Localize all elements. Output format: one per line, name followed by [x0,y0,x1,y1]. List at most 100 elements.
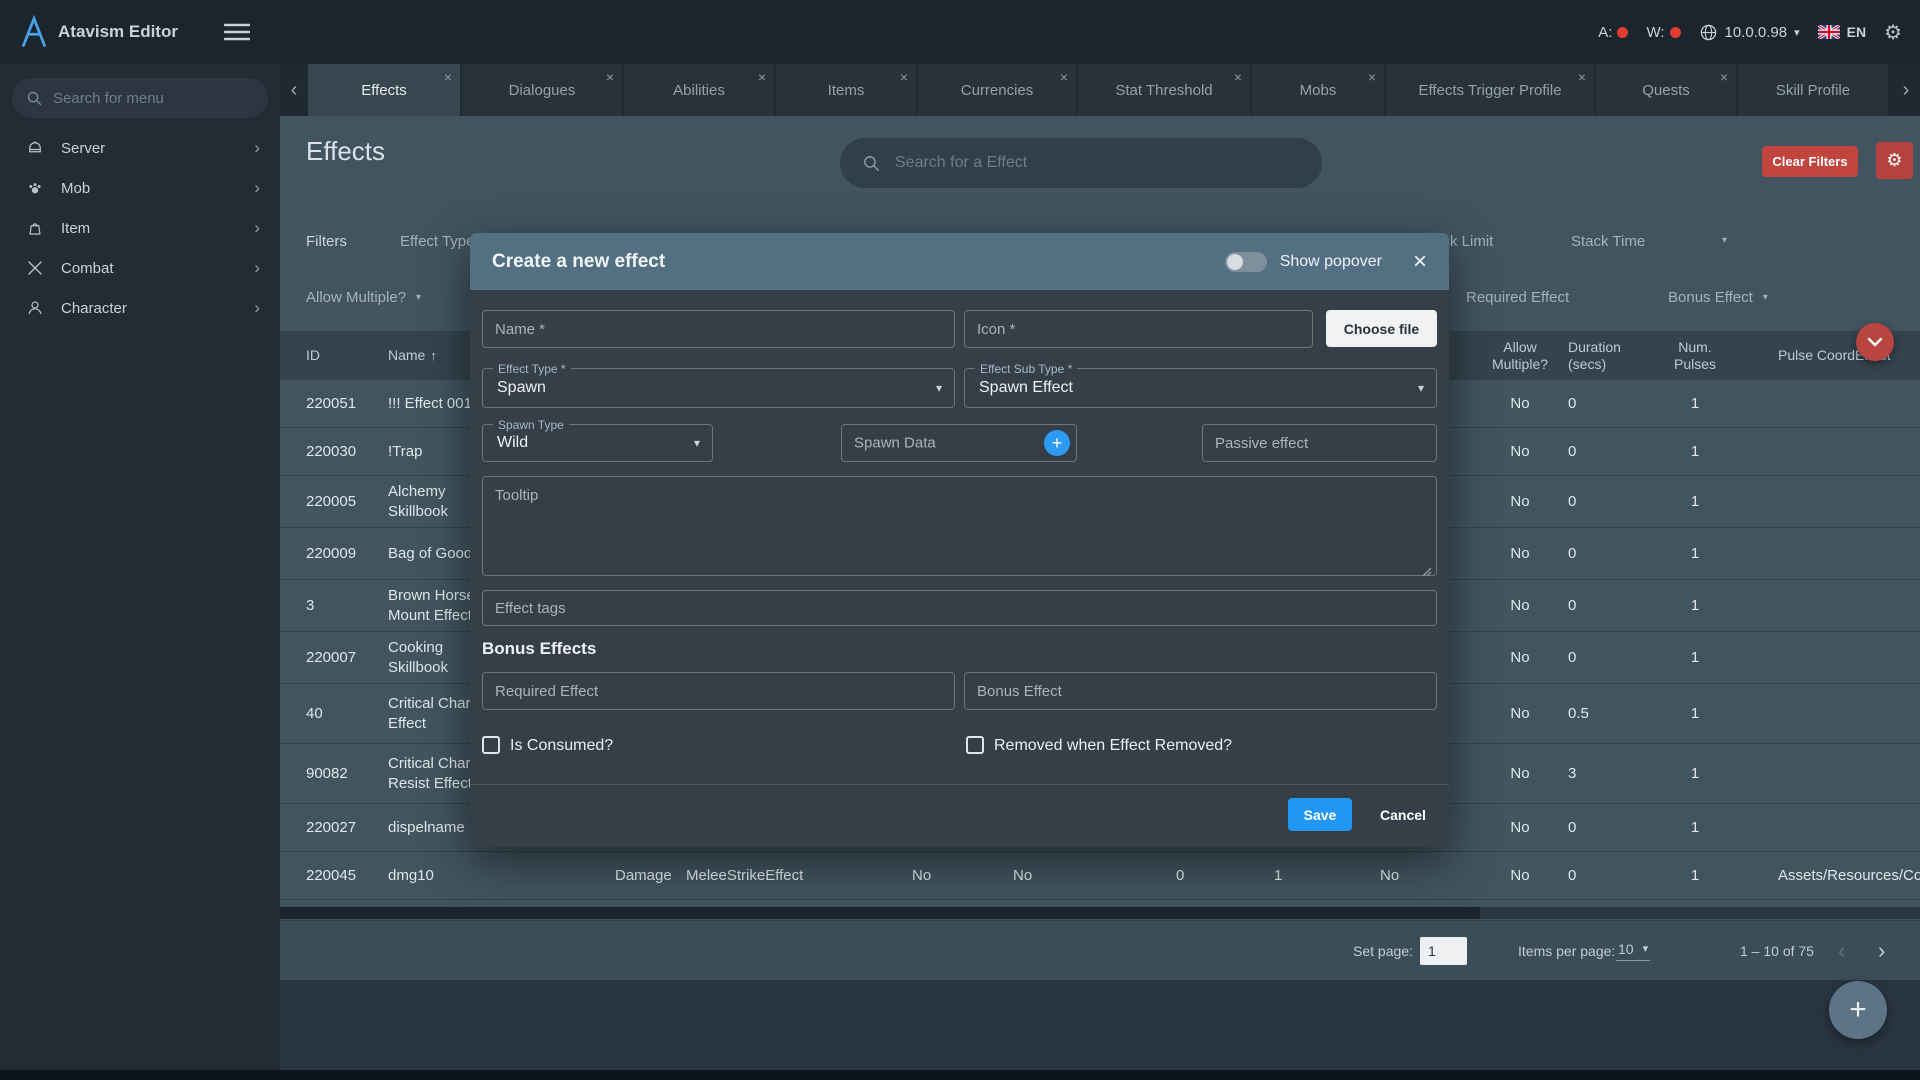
items-per-page-label: Items per page: [1518,943,1615,959]
bonus-effect-field[interactable] [964,672,1437,710]
language-selector[interactable]: EN [1818,24,1866,40]
close-icon[interactable]: × [1578,69,1586,85]
caret-down-icon: ▾ [1418,381,1424,395]
tab-abilities[interactable]: Abilities× [624,64,774,116]
sidebar-item-character[interactable]: Character › [0,288,280,328]
close-icon[interactable]: × [1720,69,1728,85]
effect-search-input[interactable] [895,154,1302,172]
add-spawn-data-button[interactable]: + [1044,430,1070,456]
removed-when-effect-removed-checkbox[interactable] [966,736,984,754]
caret-down-icon: ▾ [936,381,942,395]
items-per-page-select[interactable]: 10▾ [1616,941,1650,961]
previous-page-button[interactable]: ‹ [1838,938,1845,964]
sidebar-item-label: Server [61,140,105,157]
sidebar-item-server[interactable]: Server › [0,128,280,168]
screen: Atavism Editor A: W: 10.0.0.98 ▾ EN ⚙ [0,0,1920,1080]
close-icon[interactable]: × [900,69,908,85]
tab-quests[interactable]: Quests× [1596,64,1736,116]
sidebar-search-input[interactable] [53,90,268,107]
effect-tags-field[interactable] [482,590,1437,626]
table-row[interactable]: 220045 dmg10 Damage MeleeStrikeEffect No… [280,852,1920,900]
name-field[interactable] [482,310,955,348]
chevron-down-icon: ▾ [1794,26,1800,39]
close-icon[interactable]: × [1368,69,1376,85]
filter-allow-multiple[interactable]: Allow Multiple?▾ [306,289,421,306]
horizontal-scrollbar-thumb[interactable] [280,907,1480,919]
icon-field[interactable] [964,310,1313,348]
passive-effect-field[interactable] [1202,424,1437,462]
col-header-allow-multiple[interactable]: Allow Multiple? [1480,331,1560,380]
status-w-label: W: [1646,24,1664,41]
tab-dialogues[interactable]: Dialogues× [462,64,622,116]
sidebar-item-mob[interactable]: Mob › [0,168,280,208]
filter-bonus-effect[interactable]: Bonus Effect▾ [1668,289,1768,306]
tab-currencies[interactable]: Currencies× [918,64,1076,116]
close-icon[interactable]: × [444,69,452,85]
tab-skill-profile[interactable]: Skill Profile [1738,64,1888,116]
filter-stack-time-caret[interactable]: ▾ [1722,235,1727,246]
spawn-type-select[interactable]: Spawn Type Wild ▾ [482,424,713,462]
close-icon[interactable]: × [1234,69,1242,85]
add-effect-fab[interactable]: + [1829,981,1887,1039]
plus-icon: + [1052,433,1063,453]
horizontal-scrollbar [280,907,1920,919]
sidebar-item-item[interactable]: Item › [0,208,280,248]
removed-when-effect-removed-label: Removed when Effect Removed? [994,737,1232,755]
tab-items[interactable]: Items× [776,64,916,116]
choose-file-button[interactable]: Choose file [1326,310,1437,347]
status-a-label: A: [1598,24,1612,41]
tab-stat-threshold[interactable]: Stat Threshold× [1078,64,1250,116]
paw-icon [26,179,44,197]
bonus-effects-heading: Bonus Effects [482,639,596,659]
cancel-button[interactable]: Cancel [1368,798,1438,831]
tab-mobs[interactable]: Mobs× [1252,64,1384,116]
caret-down-icon: ▾ [1722,235,1727,246]
gear-icon: ⚙ [1886,150,1902,170]
chevron-right-icon: › [1903,79,1910,102]
resize-handle-icon[interactable] [1421,566,1433,578]
server-ip: 10.0.0.98 [1725,24,1788,41]
tab-effects-trigger-profile[interactable]: Effects Trigger Profile× [1386,64,1594,116]
col-header-num-pulses[interactable]: Num. Pulses [1650,331,1740,380]
spawn-data-field[interactable]: Spawn Data + [841,424,1077,462]
language-label: EN [1847,24,1866,40]
caret-down-icon: ▾ [416,292,421,303]
close-icon[interactable]: × [606,69,614,85]
filter-stack-time[interactable]: Stack Time [1571,233,1645,250]
app-title: Atavism Editor [58,22,178,42]
col-header-id[interactable]: ID [306,331,388,380]
sidebar-nav: Server › Mob › Item › Combat › Character [0,128,280,328]
col-header-duration[interactable]: Duration (secs) [1560,331,1650,380]
set-page-input[interactable] [1420,937,1467,965]
filters-title: Filters [306,233,347,250]
menu-toggle-button[interactable] [224,22,250,47]
create-effect-dialog: Create a new effect Show popover × Choos… [470,233,1449,847]
top-bar: Atavism Editor A: W: 10.0.0.98 ▾ EN ⚙ [0,0,1920,64]
next-page-button[interactable]: › [1878,938,1885,964]
tabs-scroll-left-button[interactable]: ‹ [280,64,308,116]
pagination-bar: Set page: Items per page: 10▾ 1 – 10 of … [280,920,1920,980]
settings-gear-icon[interactable]: ⚙ [1884,20,1902,45]
tab-effects[interactable]: Effects× [308,64,460,116]
tooltip-field[interactable] [482,476,1437,576]
save-button[interactable]: Save [1288,798,1352,831]
scroll-columns-button[interactable] [1856,323,1894,361]
server-address-selector[interactable]: 10.0.0.98 ▾ [1699,23,1800,42]
required-effect-field[interactable] [482,672,955,710]
chevron-right-icon: › [254,138,260,158]
caret-down-icon: ▾ [694,436,700,450]
is-consumed-checkbox[interactable] [482,736,500,754]
close-icon[interactable]: × [1413,250,1427,274]
effect-type-select[interactable]: Effect Type * Spawn ▾ [482,368,955,408]
tabs-scroll-right-button[interactable]: › [1892,64,1920,116]
show-popover-toggle[interactable] [1225,252,1267,272]
close-icon[interactable]: × [1060,69,1068,85]
close-icon[interactable]: × [758,69,766,85]
clear-filters-button[interactable]: Clear Filters [1762,146,1858,177]
atavism-logo-icon [16,14,52,50]
sidebar-item-combat[interactable]: Combat › [0,248,280,288]
effect-sub-type-select[interactable]: Effect Sub Type * Spawn Effect ▾ [964,368,1437,408]
filter-settings-button[interactable]: ⚙ [1876,142,1913,179]
status-w-dot [1670,27,1681,38]
filter-required-effect[interactable]: Required Effect [1466,289,1569,306]
